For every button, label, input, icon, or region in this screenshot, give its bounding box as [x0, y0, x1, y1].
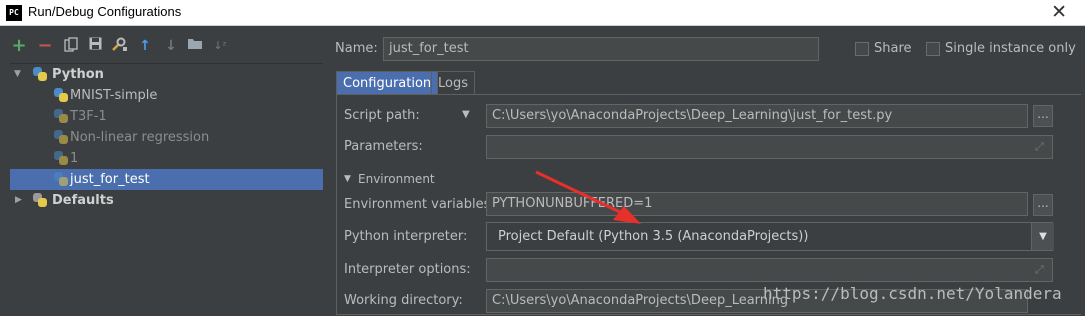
single-instance-checkbox[interactable]	[926, 42, 940, 56]
working-dir-label: Working directory:	[344, 293, 463, 308]
window-title: Run/Debug Configurations	[28, 4, 182, 19]
chevron-down-icon[interactable]: ▼	[1031, 223, 1054, 250]
tree-group-defaults[interactable]: ▶ Defaults	[10, 190, 323, 211]
add-configuration-button[interactable]: +	[10, 37, 28, 55]
expand-icon[interactable]: ⤢	[1035, 141, 1047, 153]
script-type-dropdown-icon[interactable]: ▼	[462, 109, 470, 120]
python-icon	[54, 172, 68, 186]
save-icon[interactable]	[86, 37, 104, 55]
tab-configuration[interactable]: Configuration	[336, 71, 439, 95]
python-icon	[54, 151, 68, 165]
tree-group-label: Python	[52, 67, 104, 82]
tree-item-label: 1	[70, 151, 79, 166]
python-icon	[33, 67, 47, 81]
tree-item-label: Non-linear regression	[70, 130, 210, 145]
script-path-label: Script path:	[344, 108, 420, 123]
share-checkbox[interactable]	[855, 42, 869, 56]
move-up-button[interactable]: ↑	[136, 37, 154, 55]
tree-item-t3f-1[interactable]: T3F-1	[10, 106, 323, 127]
sort-icon[interactable]: ↓ᶻ	[211, 37, 229, 55]
expand-icon[interactable]: ⤢	[1035, 264, 1047, 276]
tree-group-python[interactable]: ▼ Python	[10, 64, 323, 85]
remove-configuration-button[interactable]: −	[36, 37, 54, 55]
tree-item-label: just_for_test	[70, 172, 150, 187]
name-input[interactable]: just_for_test	[383, 37, 819, 61]
collapse-environment-icon[interactable]: ▼	[344, 174, 351, 184]
watermark-text: https://blog.csdn.net/Yolandera	[763, 284, 1062, 303]
tree-group-label: Defaults	[52, 193, 114, 208]
tree-item-mnist-simple[interactable]: MNIST-simple	[10, 85, 323, 106]
pycharm-app-icon: PC	[6, 5, 22, 21]
script-path-input[interactable]: C:\Users\yo\AnacondaProjects\Deep_Learni…	[486, 104, 1028, 128]
chevron-down-icon[interactable]: ▼	[14, 64, 21, 85]
single-instance-label: Single instance only	[945, 41, 1076, 56]
configurations-tree: ▼ Python MNIST-simple T3F-1 Non-linear r…	[10, 63, 323, 316]
configuration-editor: Name: just_for_test Share Single instanc…	[333, 27, 1085, 315]
window-titlebar: PC Run/Debug Configurations ✕	[0, 0, 1085, 26]
python-icon	[54, 109, 68, 123]
tree-item-1[interactable]: 1	[10, 148, 323, 169]
environment-section-header: Environment	[358, 172, 435, 186]
interpreter-selected-value: Project Default (Python 3.5 (AnacondaPro…	[498, 229, 809, 244]
python-icon	[54, 88, 68, 102]
wrench-icon[interactable]	[110, 37, 128, 55]
python-icon	[54, 130, 68, 144]
tab-logs[interactable]: Logs	[431, 71, 475, 95]
folder-icon[interactable]	[186, 37, 204, 55]
interpreter-select[interactable]: Project Default (Python 3.5 (AnacondaPro…	[486, 222, 1053, 251]
configuration-panel: Script path: ▼ C:\Users\yo\AnacondaProje…	[336, 94, 1081, 315]
tree-item-just-for-test[interactable]: just_for_test	[10, 169, 323, 190]
tree-item-label: MNIST-simple	[70, 88, 158, 103]
name-label: Name:	[335, 41, 378, 56]
env-vars-browse-button[interactable]: ...	[1033, 194, 1053, 216]
move-down-button[interactable]: ↓	[162, 37, 180, 55]
chevron-right-icon[interactable]: ▶	[15, 190, 22, 211]
env-vars-label: Environment variables:	[344, 197, 495, 212]
parameters-label: Parameters:	[344, 139, 423, 154]
copy-icon[interactable]	[62, 37, 80, 55]
close-window-button[interactable]: ✕	[1051, 1, 1067, 23]
interp-options-input[interactable]	[486, 258, 1053, 282]
configurations-sidebar: + − ↑ ↓ ↓ᶻ ▼ Python MNIST-simple T3F-1 N…	[0, 27, 330, 316]
env-vars-input[interactable]: PYTHONUNBUFFERED=1	[486, 192, 1028, 216]
interpreter-label: Python interpreter:	[344, 229, 468, 244]
tree-item-label: T3F-1	[70, 109, 107, 124]
share-label: Share	[874, 41, 912, 56]
interp-options-label: Interpreter options:	[344, 262, 471, 277]
tree-item-non-linear-regression[interactable]: Non-linear regression	[10, 127, 323, 148]
parameters-input[interactable]	[486, 135, 1053, 159]
wrench-python-icon	[33, 193, 47, 207]
script-path-browse-button[interactable]: ...	[1033, 105, 1053, 127]
